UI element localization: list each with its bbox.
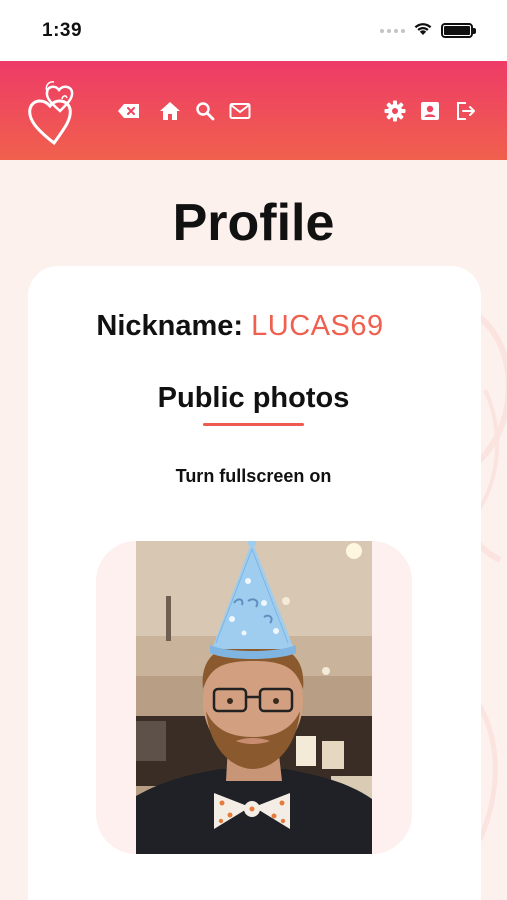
status-icons bbox=[380, 21, 476, 41]
search-icon[interactable] bbox=[193, 99, 217, 123]
home-icon[interactable] bbox=[158, 99, 182, 123]
signal-dots-icon bbox=[380, 28, 405, 33]
nickname-row: Nickname: LUCAS69 bbox=[0, 310, 480, 343]
mail-icon[interactable] bbox=[228, 99, 252, 123]
profile-photo[interactable] bbox=[136, 541, 372, 854]
status-time: 1:39 bbox=[42, 19, 83, 41]
battery-icon bbox=[441, 23, 476, 38]
contact-card-icon[interactable] bbox=[418, 99, 442, 123]
backspace-icon[interactable] bbox=[117, 99, 141, 123]
app-header bbox=[0, 61, 507, 160]
nickname-value: LUCAS69 bbox=[251, 310, 384, 342]
settings-icon[interactable] bbox=[383, 99, 407, 123]
fullscreen-toggle-button[interactable]: Turn fullscreen on bbox=[0, 466, 507, 487]
page-title: Profile bbox=[172, 194, 335, 252]
logout-icon[interactable] bbox=[453, 99, 477, 123]
wifi-icon bbox=[413, 21, 433, 41]
nickname-label: Nickname: bbox=[96, 310, 244, 342]
section-underline bbox=[203, 423, 304, 426]
hearts-logo[interactable] bbox=[26, 73, 84, 147]
public-photos-title: Public photos bbox=[157, 382, 350, 414]
status-bar: 1:39 bbox=[0, 0, 507, 61]
